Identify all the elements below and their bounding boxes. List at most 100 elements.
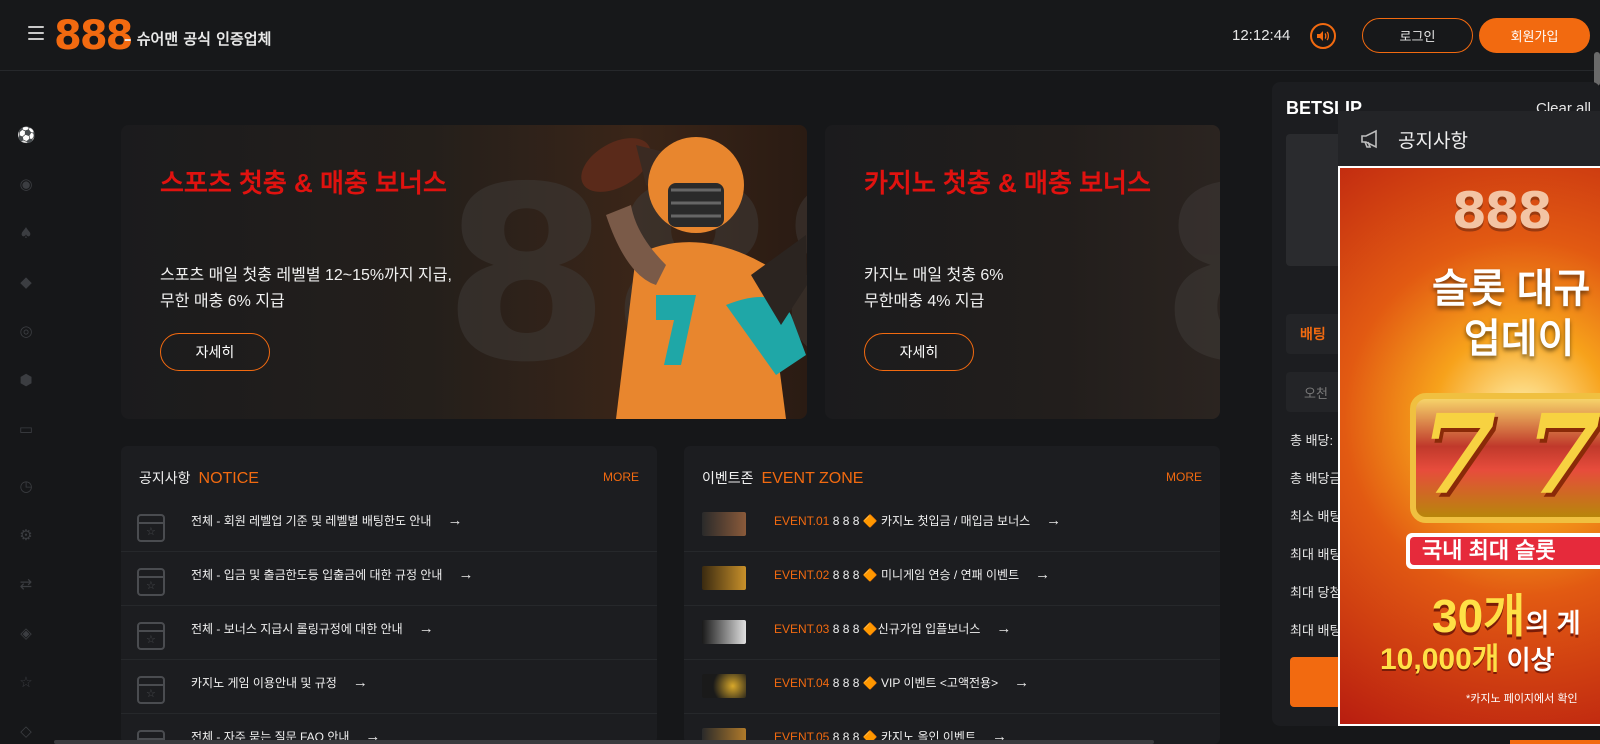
event-label: EVENT.04 [774,676,830,690]
minigame-icon[interactable]: ◎ [17,322,35,340]
details-button[interactable]: 자세히 [864,333,974,371]
banner-title: 스포츠 첫충 & 매충 보너스 [160,168,447,198]
left-rail: ⚽ ◉ ♠ ◆ ◎ ⬢ ▭ ◷ ⚙ ⇄ ◈ ☆ ◇ [0,72,52,744]
events-more-link[interactable]: MORE [1166,470,1202,484]
event-thumbnail [702,566,746,590]
panel-title: 이벤트존 EVENT ZONE [702,468,863,488]
event-thumbnail [702,512,746,536]
event-zone-panel: 이벤트존 EVENT ZONE MORE EVENT.01 8 8 8 🔶 카지노… [684,446,1220,744]
bet-info-label: 최대 배팅 [1290,547,1342,562]
vip-icon[interactable]: ◇ [17,722,35,740]
football-player-image [581,137,807,419]
promo-footnote: *카지노 페이지에서 확인 [1466,693,1578,705]
bet-info-label: 최소 배팅 [1290,509,1342,524]
promo-logo: 888 [1452,182,1552,240]
notice-row[interactable]: ☆ 전체 - 입금 및 출금한도등 입출금에 대한 규정 안내 → [121,552,657,606]
promo-games-value: 10,000개 [1380,643,1500,676]
casino-bonus-banner[interactable]: 8 카지노 첫충 & 매충 보너스 카지노 매일 첫충 6% 무한매충 4% 지급… [825,125,1220,419]
notice-more-link[interactable]: MORE [603,470,639,484]
megaphone-icon [1361,129,1377,149]
settings-icon[interactable]: ⚙ [17,526,35,544]
banner-watermark: 8 [1160,155,1220,395]
signup-button[interactable]: 회원가입 [1479,18,1590,53]
virtual-icon[interactable]: ⬢ [17,371,35,389]
event-row[interactable]: EVENT.04 8 8 8 🔶 VIP 이벤트 <고액전용> → [684,660,1220,714]
event-text: 8 8 8 🔶 미니게임 연승 / 연패 이벤트 [832,568,1020,582]
site-logo[interactable]: 888 [54,12,133,60]
panel-title-en: EVENT ZONE [761,470,864,487]
bet-info-label: 총 배당금 [1290,471,1342,486]
sports-bonus-banner[interactable]: 888 스포츠 첫충 & 매충 보너스 스포츠 매일 첫충 레벨별 12~15%… [121,125,807,419]
banner-line: 카지노 매일 첫충 6% [864,267,1004,284]
event-label: EVENT.02 [774,568,830,582]
banner-line: 스포츠 매일 첫충 레벨별 12~15%까지 지급, [160,267,452,284]
details-button[interactable]: 자세히 [160,333,270,371]
tv-icon[interactable]: ▭ [17,420,35,438]
event-row[interactable]: EVENT.03 8 8 8 🔶신규가입 입플보너스 → [684,606,1220,660]
event-thumbnail [702,674,746,698]
banner-line: 무한매충 4% 지급 [864,293,985,310]
notice-row[interactable]: ☆ 카지노 게임 이용안내 및 규정 → [121,660,657,714]
history-icon[interactable]: ◷ [17,477,35,495]
panel-title-ko: 공지사항 [139,470,191,486]
arrow-right-icon: → [418,620,434,637]
promo-badge: 국내 최대 슬롯 [1410,537,1600,565]
panel-title-ko: 이벤트존 [702,470,754,486]
arrow-right-icon: → [1014,674,1030,691]
arrow-right-icon: → [1046,512,1062,529]
bet-info-label: 최대 배팅 [1290,623,1342,638]
banner-description: 카지노 매일 첫충 6% 무한매충 4% 지급 [864,263,1004,315]
event-text: 8 8 8 🔶 VIP 이벤트 <고액전용> [832,676,999,690]
clock: 12:12:44 [1232,27,1291,44]
notice-text: 전체 - 입금 및 출금한도등 입출금에 대한 규정 안내 [191,568,443,582]
bet-tab[interactable]: 배팅 [1286,314,1346,354]
notice-row[interactable]: ☆ 전체 - 보너스 지급시 롤링규정에 대한 안내 → [121,606,657,660]
event-label: EVENT.01 [774,514,830,528]
notice-popup: 공지사항 888 슬롯 대규 업데이 7 7 국내 최대 슬롯 30개의 게 1… [1338,111,1600,726]
arrow-right-icon: → [458,566,474,583]
calendar-icon: ☆ [137,676,165,704]
notice-text: 전체 - 회원 레벨업 기준 및 레벨별 배팅한도 안내 [191,514,432,528]
arrow-right-icon: → [447,512,463,529]
sports-icon[interactable]: ⚽ [17,126,36,144]
banner-description: 스포츠 매일 첫충 레벨별 12~15%까지 지급, 무한 매충 6% 지급 [160,263,452,315]
lucky-seven-icon: 7 [1525,390,1600,519]
event-row[interactable]: EVENT.02 8 8 8 🔶 미니게임 연승 / 연패 이벤트 → [684,552,1220,606]
transfer-icon[interactable]: ⇄ [17,575,35,593]
notice-row[interactable]: ☆ 전체 - 회원 레벨업 기준 및 레벨별 배팅한도 안내 → [121,498,657,552]
panel-title-en: NOTICE [198,470,259,487]
live-icon[interactable]: ◉ [17,175,35,193]
calendar-icon: ☆ [137,568,165,596]
banner-title: 카지노 첫충 & 매충 보너스 [864,168,1151,198]
coupon-icon[interactable]: ◈ [17,624,35,642]
promo-games: 10,000개 이상 [1380,634,1554,678]
slot-icon[interactable]: ◆ [17,273,35,291]
favorite-icon[interactable]: ☆ [17,673,35,691]
notice-text: 전체 - 보너스 지급시 롤링규정에 대한 안내 [191,622,403,636]
calendar-icon: ☆ [137,514,165,542]
event-text: 8 8 8 🔶 카지노 첫입금 / 매입금 보너스 [832,514,1031,528]
lucky-seven-icon: 7 [1420,390,1497,519]
casino-icon[interactable]: ♠ [17,224,35,242]
sound-toggle-button[interactable] [1310,23,1336,49]
popup-header: 공지사항 [1338,111,1600,166]
banner-line: 무한 매충 6% 지급 [160,293,285,310]
popup-action-bar[interactable] [1510,740,1600,744]
event-row[interactable]: EVENT.01 8 8 8 🔶 카지노 첫입금 / 매입금 보너스 → [684,498,1220,552]
site-tagline: – 슈어맨 공식 인증업체 [124,30,272,48]
notice-text: 카지노 게임 이용안내 및 규정 [191,676,337,690]
bet-info-label: 최대 당첨 [1290,585,1342,600]
login-button[interactable]: 로그인 [1362,18,1473,53]
promo-games-suffix: 이상 [1499,645,1555,675]
bet-info-label: 총 배당: [1290,433,1334,448]
menu-icon[interactable] [28,26,44,40]
popup-title: 공지사항 [1398,131,1468,152]
horizontal-scrollbar[interactable] [54,740,1154,744]
page-scrollbar[interactable] [1594,52,1600,86]
panel-title: 공지사항 NOTICE [139,468,259,488]
arrow-right-icon: → [352,674,368,691]
promo-headline: 업데이 [1464,317,1575,361]
notice-panel: 공지사항 NOTICE MORE ☆ 전체 - 회원 레벨업 기준 및 레벨별 배팅… [121,446,657,744]
event-thumbnail [702,620,746,644]
slot-update-promo-image[interactable]: 888 슬롯 대규 업데이 7 7 국내 최대 슬롯 30개의 게 10,000… [1340,168,1600,724]
